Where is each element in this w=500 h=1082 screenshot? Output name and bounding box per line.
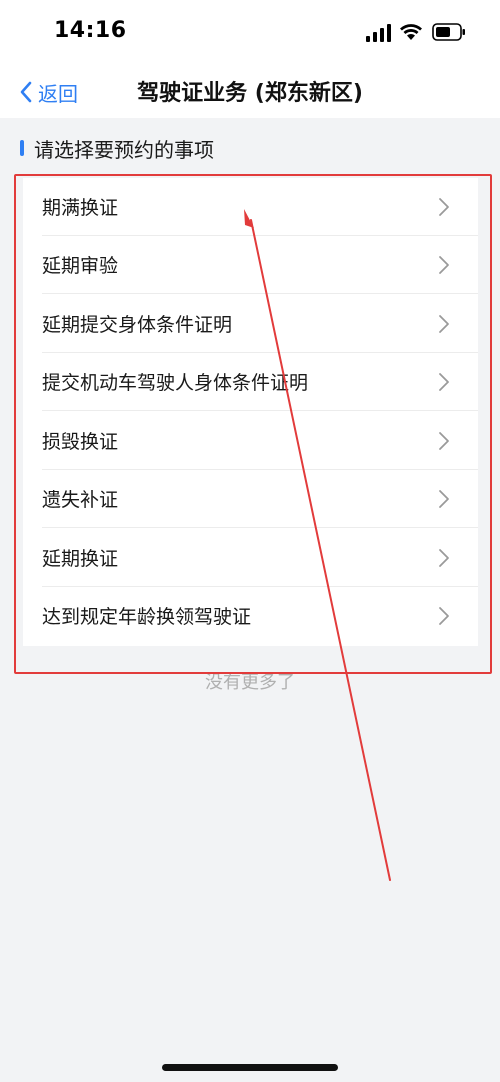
cellular-signal-icon: [366, 24, 391, 42]
annotation-highlight-box: [14, 174, 492, 674]
wifi-icon: [400, 24, 422, 40]
home-indicator: [162, 1064, 338, 1071]
battery-icon: [432, 23, 465, 41]
section-heading: 请选择要预约的事项: [20, 134, 214, 162]
status-time: 14:16: [54, 18, 127, 43]
navigation-bar: 驾驶证业务 (郑东新区) 返回: [0, 66, 500, 118]
back-button[interactable]: 返回: [18, 76, 78, 108]
status-bar: 14:16: [0, 0, 500, 66]
section-title: 请选择要预约的事项: [34, 137, 214, 162]
section-marker: [20, 140, 24, 156]
chevron-left-icon: [20, 81, 32, 103]
back-label: 返回: [38, 81, 78, 106]
